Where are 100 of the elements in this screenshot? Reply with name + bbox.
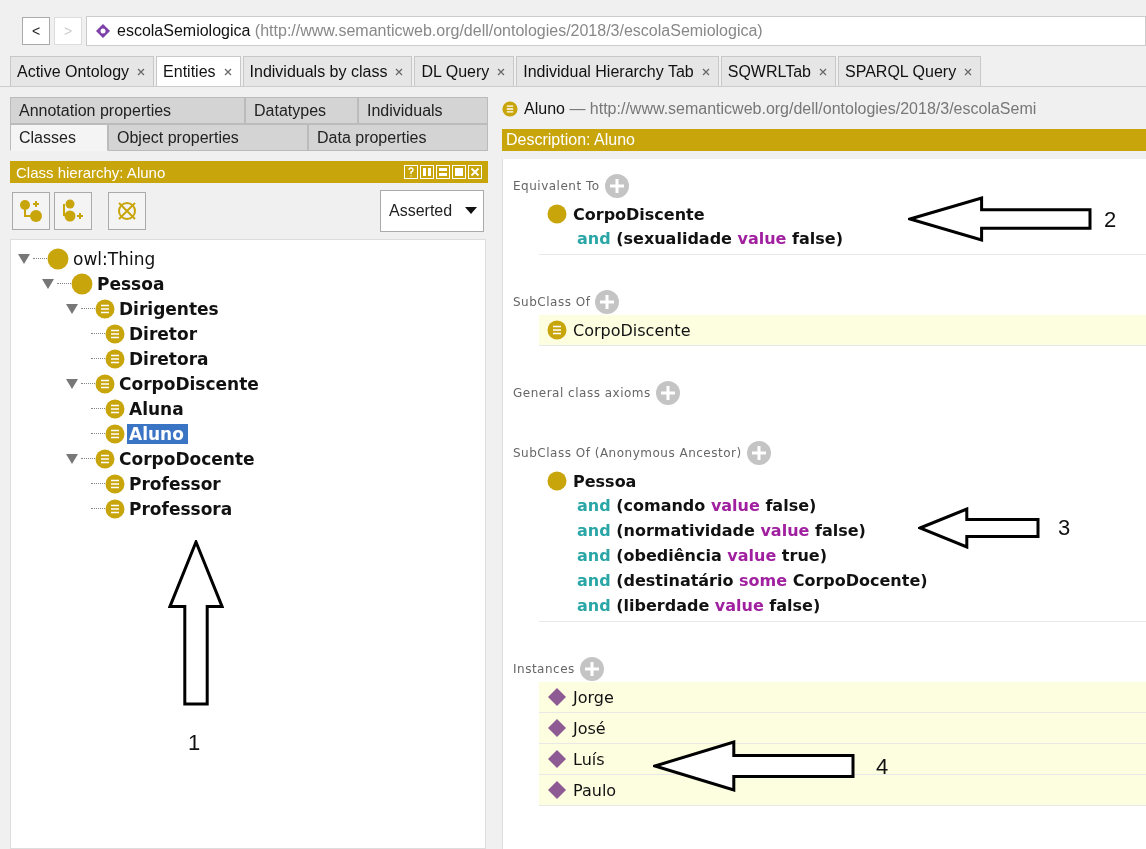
add-subclass-icon bbox=[19, 199, 43, 223]
class-tree-item[interactable]: Diretora bbox=[127, 348, 213, 369]
add-icon[interactable] bbox=[654, 380, 681, 406]
dropdown-caret-icon bbox=[465, 207, 477, 215]
individual-icon bbox=[547, 780, 567, 800]
entity-tab[interactable]: Data properties bbox=[308, 124, 488, 151]
individual-icon bbox=[547, 687, 567, 707]
close-icon[interactable] bbox=[701, 67, 710, 76]
individual-icon bbox=[547, 749, 567, 769]
ontology-iri: (http://www.semanticweb.org/dell/ontologies/2018/3/escolaSemiologica) bbox=[254, 22, 763, 39]
entity-tab[interactable]: Annotation properties bbox=[10, 97, 245, 124]
workspace-tab[interactable]: Entities bbox=[156, 56, 241, 86]
expression-line: and (normatividade value false) bbox=[577, 520, 866, 542]
expression-line: and (destinatário some CorpoDocente) bbox=[577, 570, 928, 592]
back-button[interactable]: < bbox=[22, 17, 50, 45]
entity-name: Aluno bbox=[524, 100, 565, 117]
workspace-tab[interactable]: DL Query bbox=[414, 56, 515, 86]
close-icon[interactable] bbox=[137, 67, 146, 76]
entity-tab[interactable]: Datatypes bbox=[245, 97, 358, 124]
add-subclass-button[interactable] bbox=[12, 192, 50, 230]
close-icon[interactable] bbox=[964, 67, 973, 76]
delete-class-button[interactable] bbox=[108, 192, 146, 230]
class-icon bbox=[47, 247, 69, 270]
defined-class-icon bbox=[105, 498, 125, 519]
class-tree-item[interactable]: Aluno bbox=[127, 423, 188, 444]
close-icon[interactable] bbox=[819, 67, 827, 76]
defined-class-icon bbox=[105, 423, 125, 444]
annotation-number: 4 bbox=[876, 754, 889, 780]
add-icon[interactable] bbox=[603, 173, 630, 199]
entity-iri: — http://www.semanticweb.org/dell/ontologies/2018/3/escolaSemi bbox=[569, 100, 1037, 117]
workspace-tab[interactable]: Individual Hierarchy Tab bbox=[516, 56, 719, 86]
class-tree-item[interactable]: Aluna bbox=[127, 398, 188, 419]
expanded-triangle-icon[interactable] bbox=[65, 376, 81, 391]
section-title: Equivalent To bbox=[513, 179, 600, 193]
defined-class-icon bbox=[105, 473, 125, 494]
section-title: General class axioms bbox=[513, 386, 651, 400]
split-horizontal-icon[interactable] bbox=[436, 165, 450, 179]
defined-class-icon bbox=[502, 101, 518, 117]
section-title: SubClass Of bbox=[513, 295, 591, 309]
class-name: CorpoDiscente bbox=[573, 320, 691, 340]
expression-line: and (comando value false) bbox=[577, 495, 817, 517]
class-tree-item[interactable]: Dirigentes bbox=[117, 298, 223, 319]
class-icon bbox=[547, 471, 567, 491]
close-icon[interactable] bbox=[497, 67, 506, 76]
individual-name: Luís bbox=[573, 749, 605, 769]
class-tree-item[interactable]: Professor bbox=[127, 473, 225, 494]
add-sibling-class-button[interactable] bbox=[54, 192, 92, 230]
individual-icon bbox=[547, 718, 567, 738]
class-tree-item[interactable]: owl:Thing bbox=[71, 248, 160, 269]
class-tree-item[interactable]: Diretor bbox=[127, 323, 202, 344]
add-icon[interactable] bbox=[578, 656, 605, 682]
expression-line: and (sexualidade value false) bbox=[577, 228, 843, 250]
class-name: Pessoa bbox=[573, 471, 637, 491]
entity-tab[interactable]: Classes bbox=[10, 124, 108, 151]
entity-tab[interactable]: Individuals bbox=[358, 97, 488, 124]
defined-class-icon bbox=[95, 373, 115, 394]
expanded-triangle-icon[interactable] bbox=[65, 451, 81, 466]
individual-name: Paulo bbox=[573, 780, 617, 800]
add-icon[interactable] bbox=[594, 289, 621, 315]
help-icon[interactable] bbox=[404, 165, 418, 179]
workspace-tab[interactable]: Individuals by class bbox=[242, 56, 413, 86]
add-icon[interactable] bbox=[745, 440, 772, 466]
close-icon[interactable] bbox=[223, 67, 232, 76]
workspace-tab[interactable]: SPARQL Query bbox=[838, 56, 982, 86]
defined-class-icon bbox=[547, 320, 567, 340]
class-icon bbox=[71, 272, 93, 295]
delete-icon bbox=[115, 199, 139, 223]
class-tree-item[interactable]: CorpoDocente bbox=[117, 448, 259, 469]
expanded-triangle-icon[interactable] bbox=[17, 251, 33, 266]
section-title: SubClass Of (Anonymous Ancestor) bbox=[513, 446, 742, 460]
annotation-number: 3 bbox=[1058, 515, 1071, 541]
maximize-icon[interactable] bbox=[452, 165, 466, 179]
annotation-number: 1 bbox=[188, 730, 201, 756]
class-tree-item[interactable]: Pessoa bbox=[95, 273, 169, 294]
hierarchy-mode-dropdown[interactable]: Asserted bbox=[380, 190, 484, 232]
ontology-address-field[interactable]: escolaSemiologica (http://www.semanticweb.org/dell/ontologies/2018/3/escolaSemiologica) bbox=[86, 16, 1146, 46]
expression-line: and (liberdade value false) bbox=[577, 595, 821, 617]
view-title: Class hierarchy: Aluno bbox=[16, 163, 166, 181]
description-title: Description: Aluno bbox=[506, 131, 635, 149]
defined-class-icon bbox=[95, 298, 115, 319]
section-title: Instances bbox=[513, 662, 575, 676]
individual-name: José bbox=[573, 718, 606, 738]
annotation-number: 2 bbox=[1104, 207, 1117, 233]
class-tree-item[interactable]: Professora bbox=[127, 498, 237, 519]
workspace-tab[interactable]: SQWRLTab bbox=[720, 56, 836, 86]
close-icon[interactable] bbox=[395, 67, 404, 76]
class-name: CorpoDiscente bbox=[573, 204, 705, 224]
individual-name: Jorge bbox=[573, 687, 614, 707]
class-icon bbox=[547, 204, 567, 224]
expression-line: and (obediência value true) bbox=[577, 545, 827, 567]
expanded-triangle-icon[interactable] bbox=[65, 301, 81, 316]
split-vertical-icon[interactable] bbox=[420, 165, 434, 179]
entity-tab[interactable]: Object properties bbox=[108, 124, 308, 151]
class-tree-item[interactable]: CorpoDiscente bbox=[117, 373, 263, 394]
expanded-triangle-icon[interactable] bbox=[41, 276, 57, 291]
workspace-tab[interactable]: Active Ontology bbox=[10, 56, 155, 86]
ontology-icon bbox=[95, 23, 111, 39]
defined-class-icon bbox=[105, 348, 125, 369]
add-sibling-icon bbox=[61, 199, 85, 223]
defined-class-icon bbox=[105, 323, 125, 344]
